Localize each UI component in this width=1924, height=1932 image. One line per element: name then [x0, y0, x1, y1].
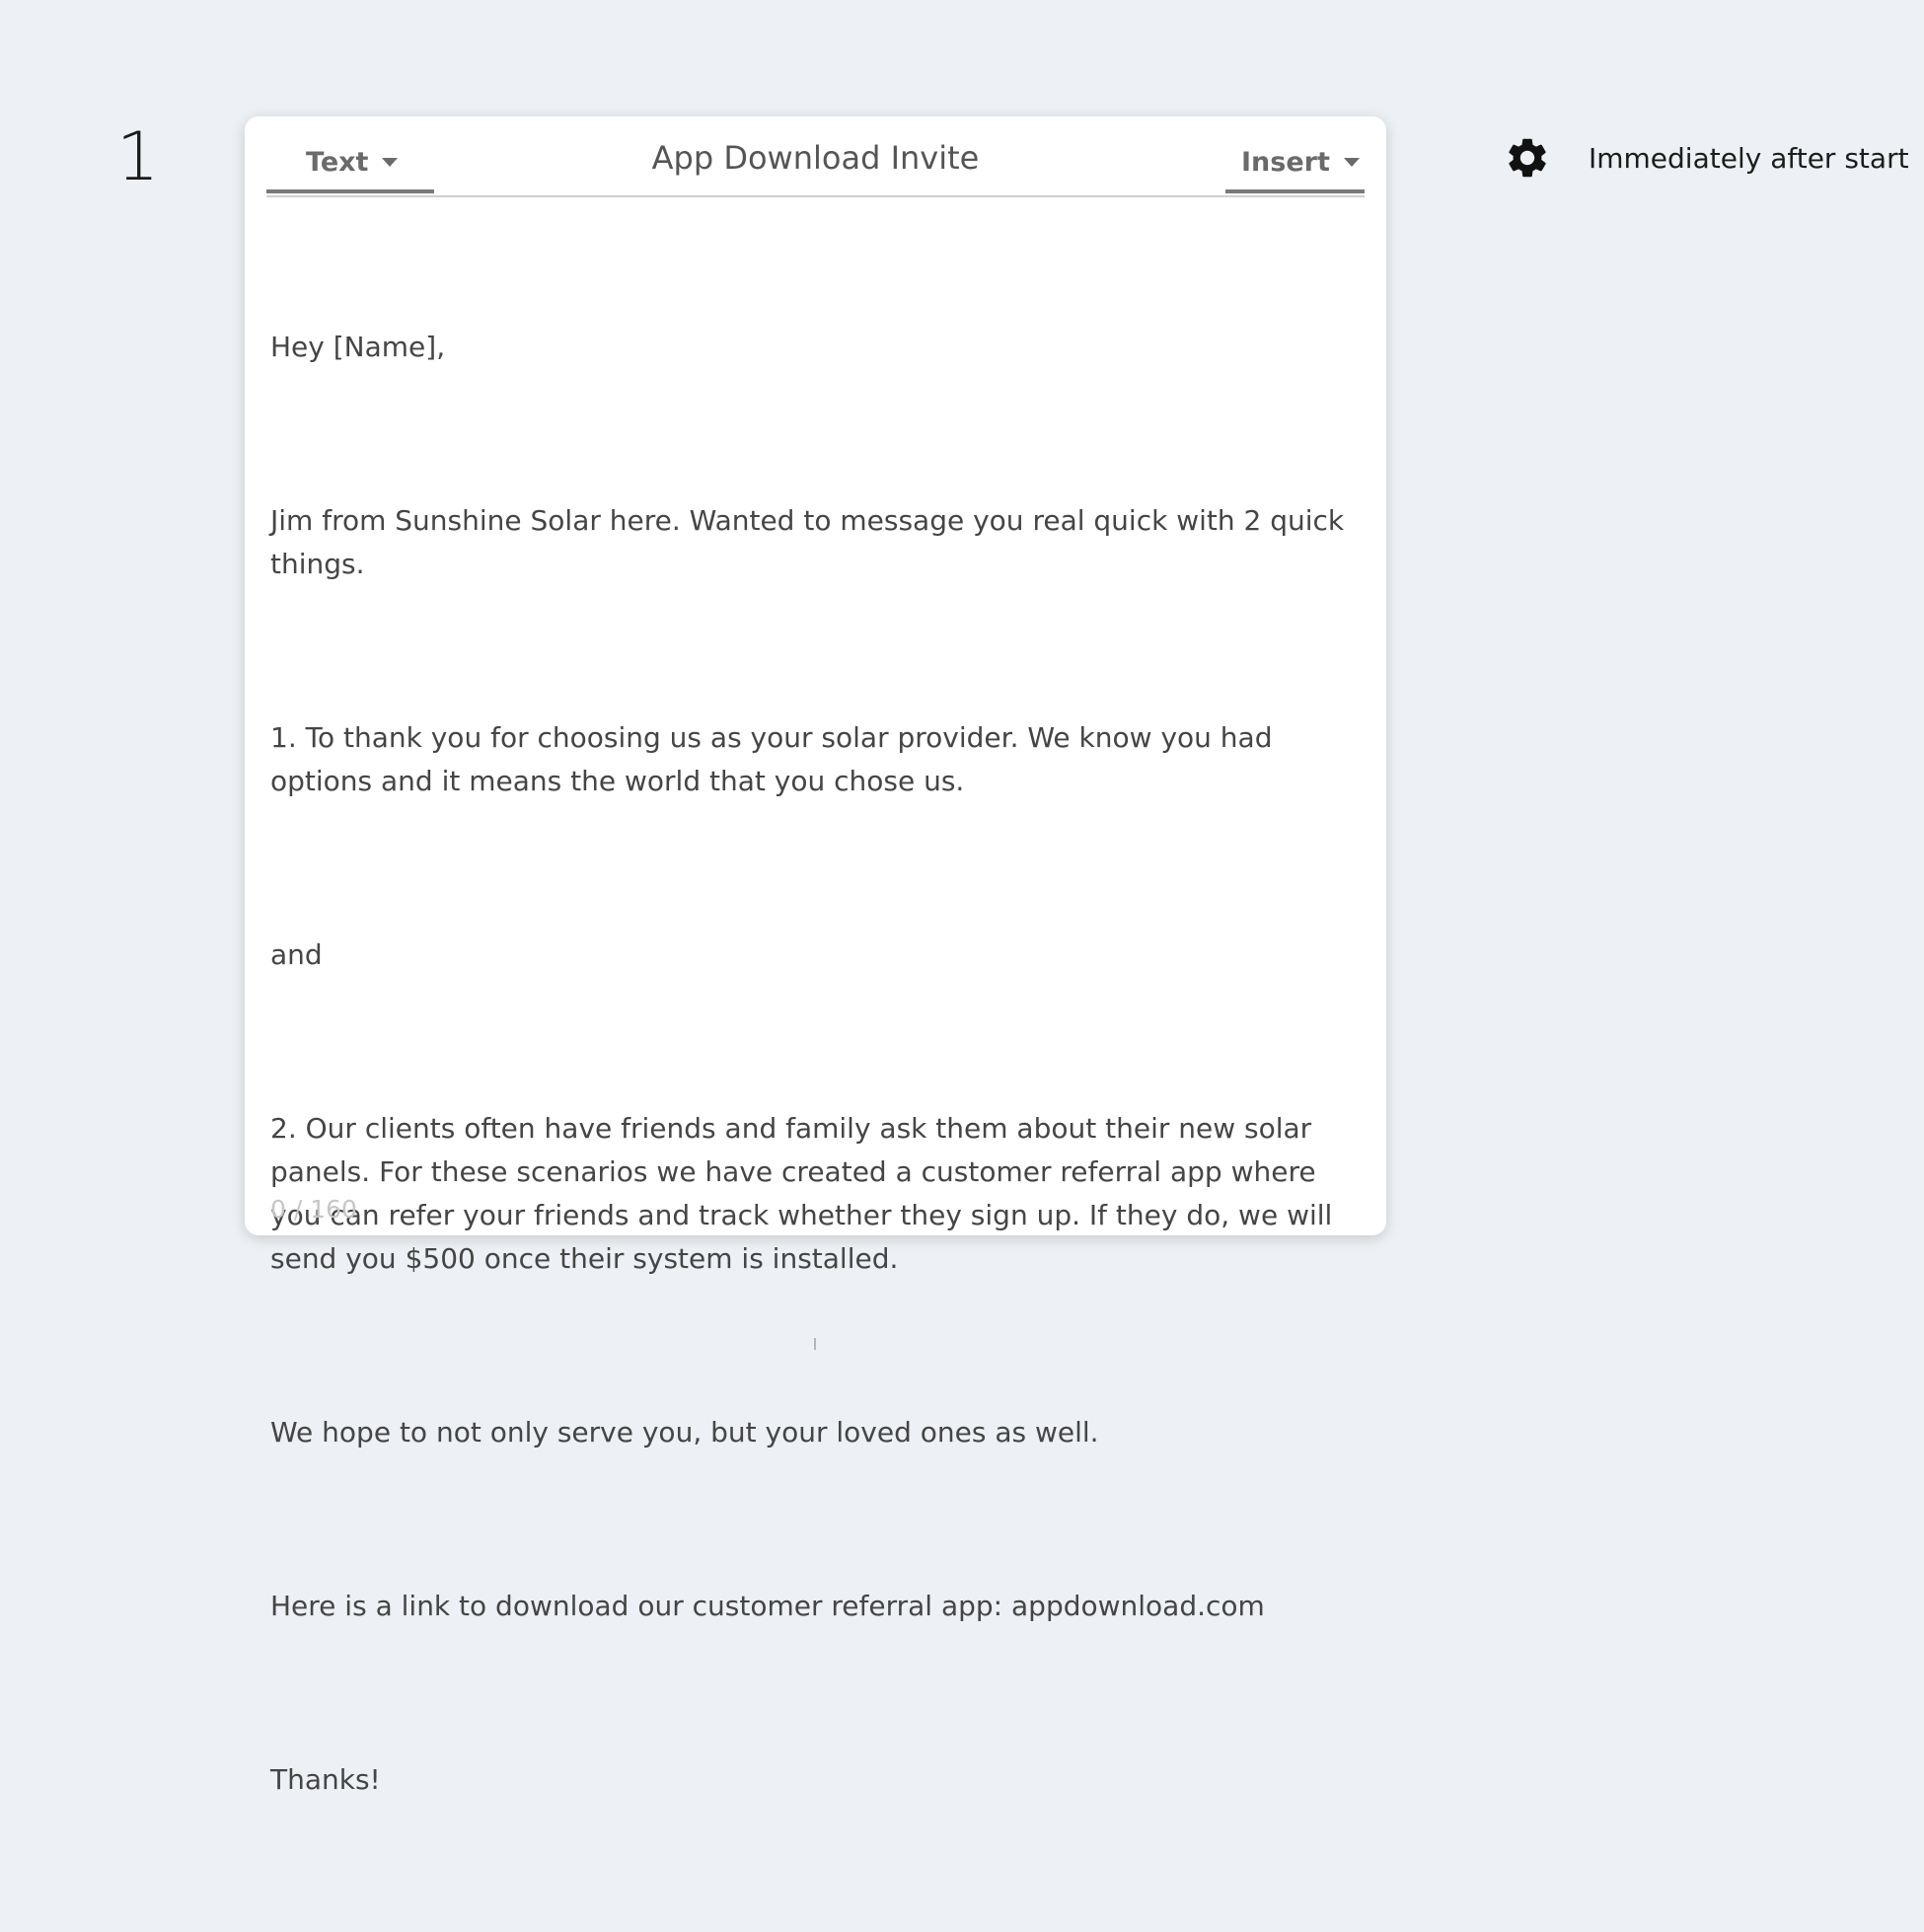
character-counter: 0 / 160 — [270, 1195, 357, 1224]
step-number: 1 — [116, 118, 160, 196]
caret-down-icon — [382, 157, 399, 167]
message-title[interactable]: App Download Invite — [444, 136, 1187, 180]
message-paragraph: Hey [Name], — [270, 331, 446, 363]
message-card: Text App Download Invite Insert Hey [Nam… — [245, 116, 1386, 1796]
schedule-settings: Immediately after start — [1504, 134, 1909, 182]
insert-label: Insert — [1241, 146, 1330, 178]
schedule-timing-label[interactable]: Immediately after start — [1589, 142, 1909, 175]
message-paragraph: 1. To thank you for choosing us as your … — [270, 721, 1282, 797]
message-body-textarea[interactable]: Hey [Name], Jim from Sunshine Solar here… — [270, 239, 1361, 1932]
message-type-label: Text — [306, 146, 369, 178]
card-header: Text App Download Invite Insert — [266, 116, 1365, 197]
gear-icon[interactable] — [1504, 134, 1551, 182]
connector-line — [814, 1338, 816, 1350]
message-paragraph: 2. Our clients often have friends and fa… — [270, 1112, 1342, 1275]
message-type-dropdown[interactable]: Text — [266, 134, 434, 193]
message-paragraph: Here is a link to download our customer … — [270, 1590, 1265, 1622]
caret-down-icon — [1343, 157, 1360, 167]
message-paragraph: We hope to not only serve you, but your … — [270, 1416, 1099, 1449]
message-paragraph: Thanks! — [270, 1763, 381, 1796]
insert-dropdown[interactable]: Insert — [1225, 134, 1365, 193]
message-paragraph: Jim from Sunshine Solar here. Wanted to … — [270, 504, 1354, 580]
message-paragraph: and — [270, 938, 323, 971]
